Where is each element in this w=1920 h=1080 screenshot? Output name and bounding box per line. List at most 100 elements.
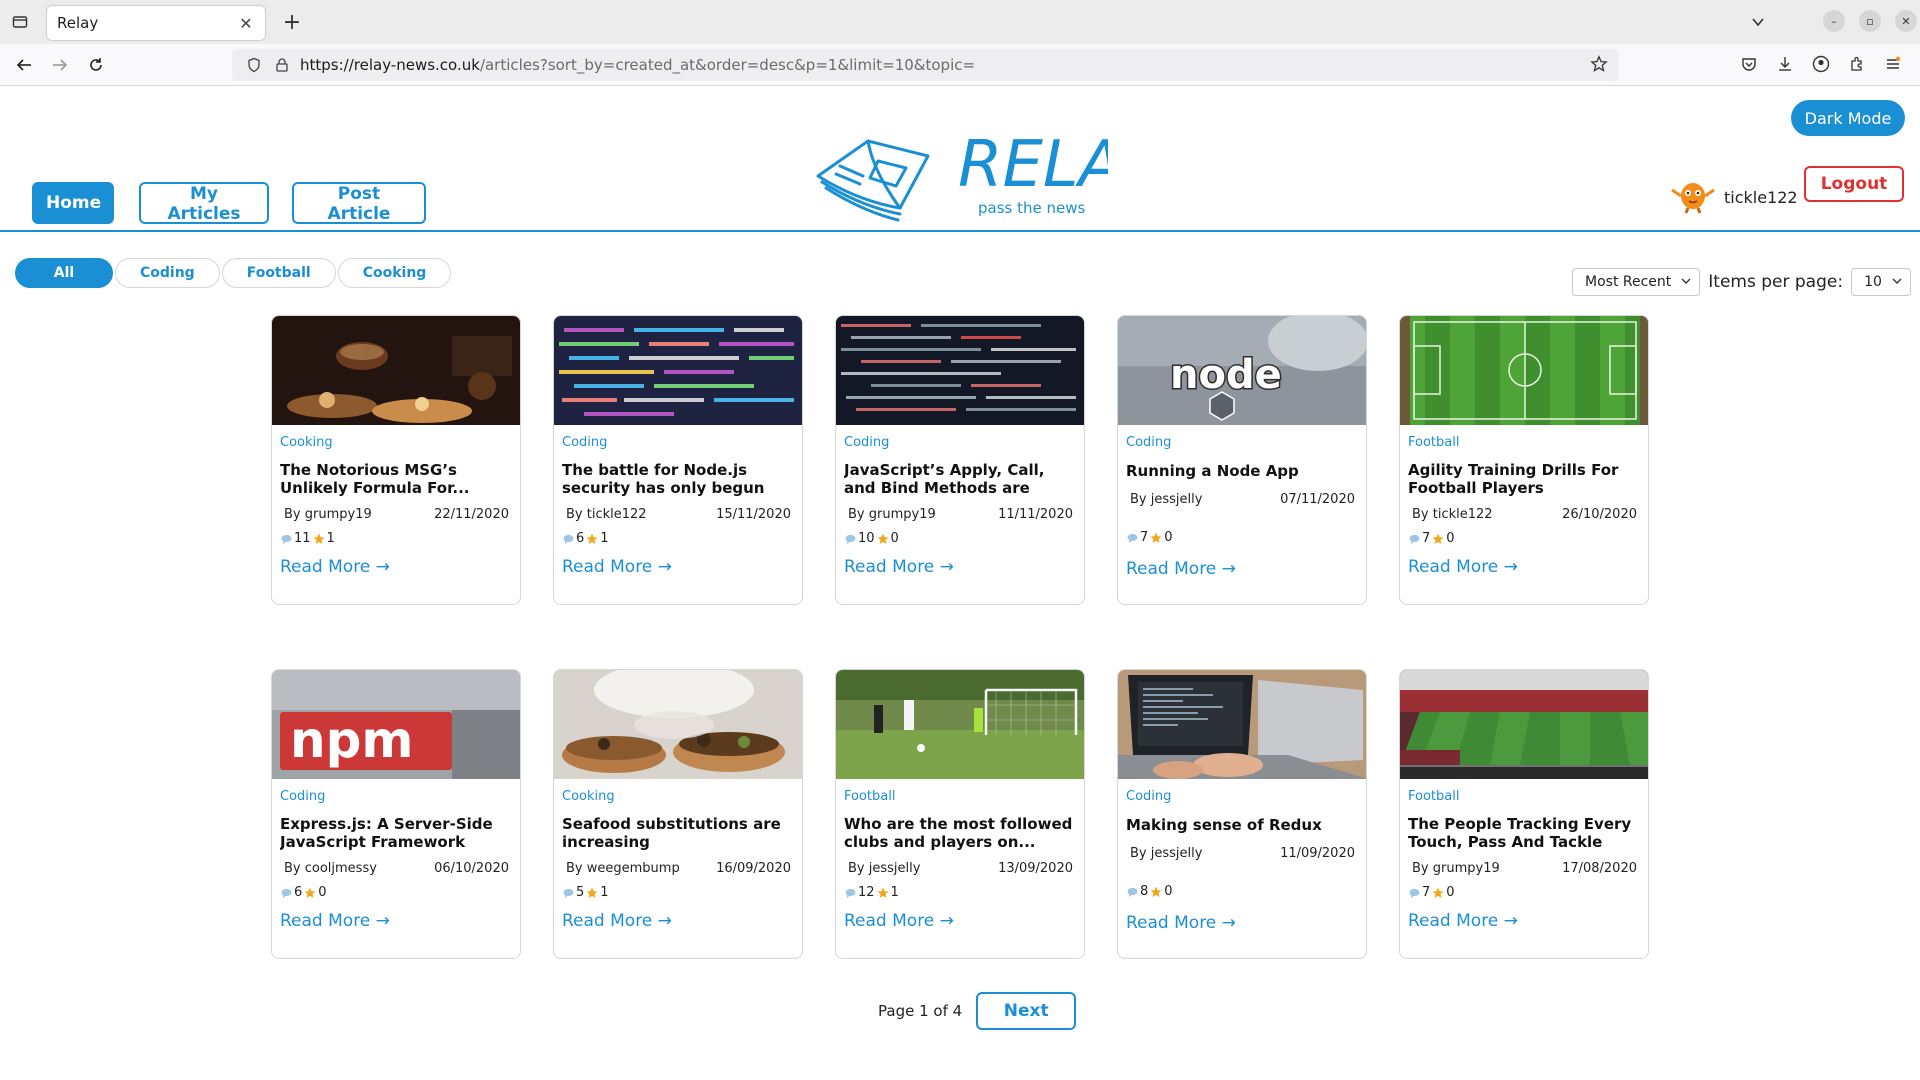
article-topic[interactable]: Coding xyxy=(1126,435,1358,450)
read-more-link[interactable]: Read More → xyxy=(1408,557,1640,577)
items-per-page-select[interactable]: 10 xyxy=(1851,268,1912,296)
next-page-button[interactable]: Next xyxy=(976,992,1077,1030)
nav-my-articles-button[interactable]: My Articles xyxy=(139,182,269,224)
nav-post-article-button[interactable]: Post Article xyxy=(292,182,426,224)
comment-count: 7 xyxy=(1422,531,1431,546)
read-more-link[interactable]: Read More → xyxy=(844,911,1076,931)
menu-icon[interactable] xyxy=(1882,53,1904,75)
article-title[interactable]: Agility Training Drills For Football Pla… xyxy=(1408,461,1640,497)
article-date: 06/10/2020 xyxy=(434,861,509,876)
article-card[interactable]: node Coding Running a Node App By jessje… xyxy=(1117,315,1367,605)
article-title[interactable]: Seafood substitutions are increasing xyxy=(562,815,794,851)
article-title[interactable]: The People Tracking Every Touch, Pass An… xyxy=(1408,815,1640,851)
star-icon xyxy=(1150,532,1162,544)
page: Home My Articles Post Article RELAY pass… xyxy=(0,86,1920,1080)
items-per-page-value: 10 xyxy=(1864,274,1882,290)
shield-icon[interactable] xyxy=(244,55,264,75)
star-icon xyxy=(1150,886,1162,898)
window-close-icon[interactable]: ✕ xyxy=(1895,10,1917,32)
read-more-link[interactable]: Read More → xyxy=(1126,913,1358,933)
article-topic[interactable]: Football xyxy=(1408,789,1640,804)
article-author: By grumpy19 xyxy=(1412,861,1500,876)
topic-football-pill[interactable]: Football xyxy=(221,258,336,288)
read-more-link[interactable]: Read More → xyxy=(1408,911,1640,931)
browser-tab[interactable]: Relay ✕ xyxy=(46,5,266,41)
read-more-link[interactable]: Read More → xyxy=(280,557,512,577)
url-bar[interactable]: https://relay-news.co.uk/articles?sort_b… xyxy=(232,49,1618,81)
topic-coding-pill[interactable]: Coding xyxy=(115,258,220,288)
article-card[interactable]: Football Who are the most followed clubs… xyxy=(835,669,1085,959)
forward-arrow-icon[interactable] xyxy=(48,53,72,77)
article-card[interactable]: Football Agility Training Drills For Foo… xyxy=(1399,315,1649,605)
lock-icon[interactable] xyxy=(272,55,292,75)
newspaper-logo-icon: RELAY pass the news xyxy=(816,128,1166,222)
back-arrow-icon[interactable] xyxy=(12,53,36,77)
article-topic[interactable]: Football xyxy=(844,789,1076,804)
article-topic[interactable]: Coding xyxy=(1126,789,1358,804)
article-author: By cooljmessy xyxy=(284,861,377,876)
article-card[interactable]: Coding JavaScript’s Apply, Call, and Bin… xyxy=(835,315,1085,605)
vote-count: 0 xyxy=(1446,531,1455,546)
article-title[interactable]: Who are the most followed clubs and play… xyxy=(844,815,1076,851)
article-title[interactable]: The battle for Node.js security has only… xyxy=(562,461,794,497)
article-card[interactable]: Coding Making sense of Redux By jessjell… xyxy=(1117,669,1367,959)
article-card[interactable]: Cooking The Notorious MSG’s Unlikely For… xyxy=(271,315,521,605)
article-date: 07/11/2020 xyxy=(1280,492,1355,507)
nav-home-button[interactable]: Home xyxy=(32,182,114,224)
article-topic[interactable]: Coding xyxy=(562,435,794,450)
dark-mode-button[interactable]: Dark Mode xyxy=(1791,100,1905,136)
read-more-link[interactable]: Read More → xyxy=(844,557,1076,577)
minimize-icon[interactable]: – xyxy=(1823,10,1845,32)
bookmark-star-icon[interactable] xyxy=(1590,55,1608,77)
article-title[interactable]: The Notorious MSG’s Unlikely Formula For… xyxy=(280,461,512,497)
download-icon[interactable] xyxy=(1774,53,1796,75)
pagination: Page 1 of 4 Next xyxy=(878,992,1077,1030)
article-topic[interactable]: Coding xyxy=(280,789,512,804)
tab-title: Relay xyxy=(57,14,99,32)
read-more-link[interactable]: Read More → xyxy=(562,557,794,577)
comment-icon xyxy=(844,887,856,899)
chevron-down-icon[interactable] xyxy=(1746,10,1770,34)
article-title[interactable]: Running a Node App xyxy=(1126,462,1358,480)
article-title[interactable]: Express.js: A Server-Side JavaScript Fra… xyxy=(280,815,512,851)
close-icon[interactable]: ✕ xyxy=(237,14,255,33)
read-more-link[interactable]: Read More → xyxy=(562,911,794,931)
pocket-icon[interactable] xyxy=(1738,53,1760,75)
user-info: tickle122 xyxy=(1670,176,1798,218)
article-date: 13/09/2020 xyxy=(998,861,1073,876)
comment-count: 6 xyxy=(576,531,585,546)
avatar[interactable] xyxy=(1670,176,1716,218)
article-title[interactable]: Making sense of Redux xyxy=(1126,816,1358,834)
comment-count: 12 xyxy=(858,885,875,900)
article-topic[interactable]: Coding xyxy=(844,435,1076,450)
topic-cooking-pill[interactable]: Cooking xyxy=(337,258,452,288)
article-topic[interactable]: Football xyxy=(1408,435,1640,450)
article-card[interactable]: npm Coding Express.js: A Server-Side Jav… xyxy=(271,669,521,959)
read-more-link[interactable]: Read More → xyxy=(1126,559,1358,579)
read-more-link[interactable]: Read More → xyxy=(280,911,512,931)
topic-all-pill[interactable]: All xyxy=(15,258,113,288)
extensions-icon[interactable] xyxy=(1846,53,1868,75)
article-topic[interactable]: Cooking xyxy=(280,435,512,450)
logout-button[interactable]: Logout xyxy=(1804,166,1904,202)
comment-count: 11 xyxy=(294,531,311,546)
article-title[interactable]: JavaScript’s Apply, Call, and Bind Metho… xyxy=(844,461,1076,497)
star-icon xyxy=(877,887,889,899)
site-logo[interactable]: RELAY pass the news xyxy=(808,116,1166,226)
article-topic[interactable]: Cooking xyxy=(562,789,794,804)
article-card[interactable]: Coding The battle for Node.js security h… xyxy=(553,315,803,605)
vote-count: 0 xyxy=(318,885,327,900)
article-thumbnail xyxy=(1400,670,1648,779)
new-tab-icon[interactable]: + xyxy=(280,10,304,35)
items-per-page-label: Items per page: xyxy=(1708,272,1844,292)
star-icon xyxy=(1432,533,1444,545)
article-card[interactable]: Cooking Seafood substitutions are increa… xyxy=(553,669,803,959)
restore-icon[interactable]: ▫ xyxy=(1859,10,1881,32)
tab-list-icon[interactable] xyxy=(8,10,32,34)
article-card[interactable]: Football The People Tracking Every Touch… xyxy=(1399,669,1649,959)
sort-select[interactable]: Most Recent xyxy=(1572,268,1701,296)
account-icon[interactable] xyxy=(1810,53,1832,75)
comment-count: 5 xyxy=(576,885,585,900)
article-date: 11/09/2020 xyxy=(1280,846,1355,861)
reload-icon[interactable] xyxy=(84,53,108,77)
